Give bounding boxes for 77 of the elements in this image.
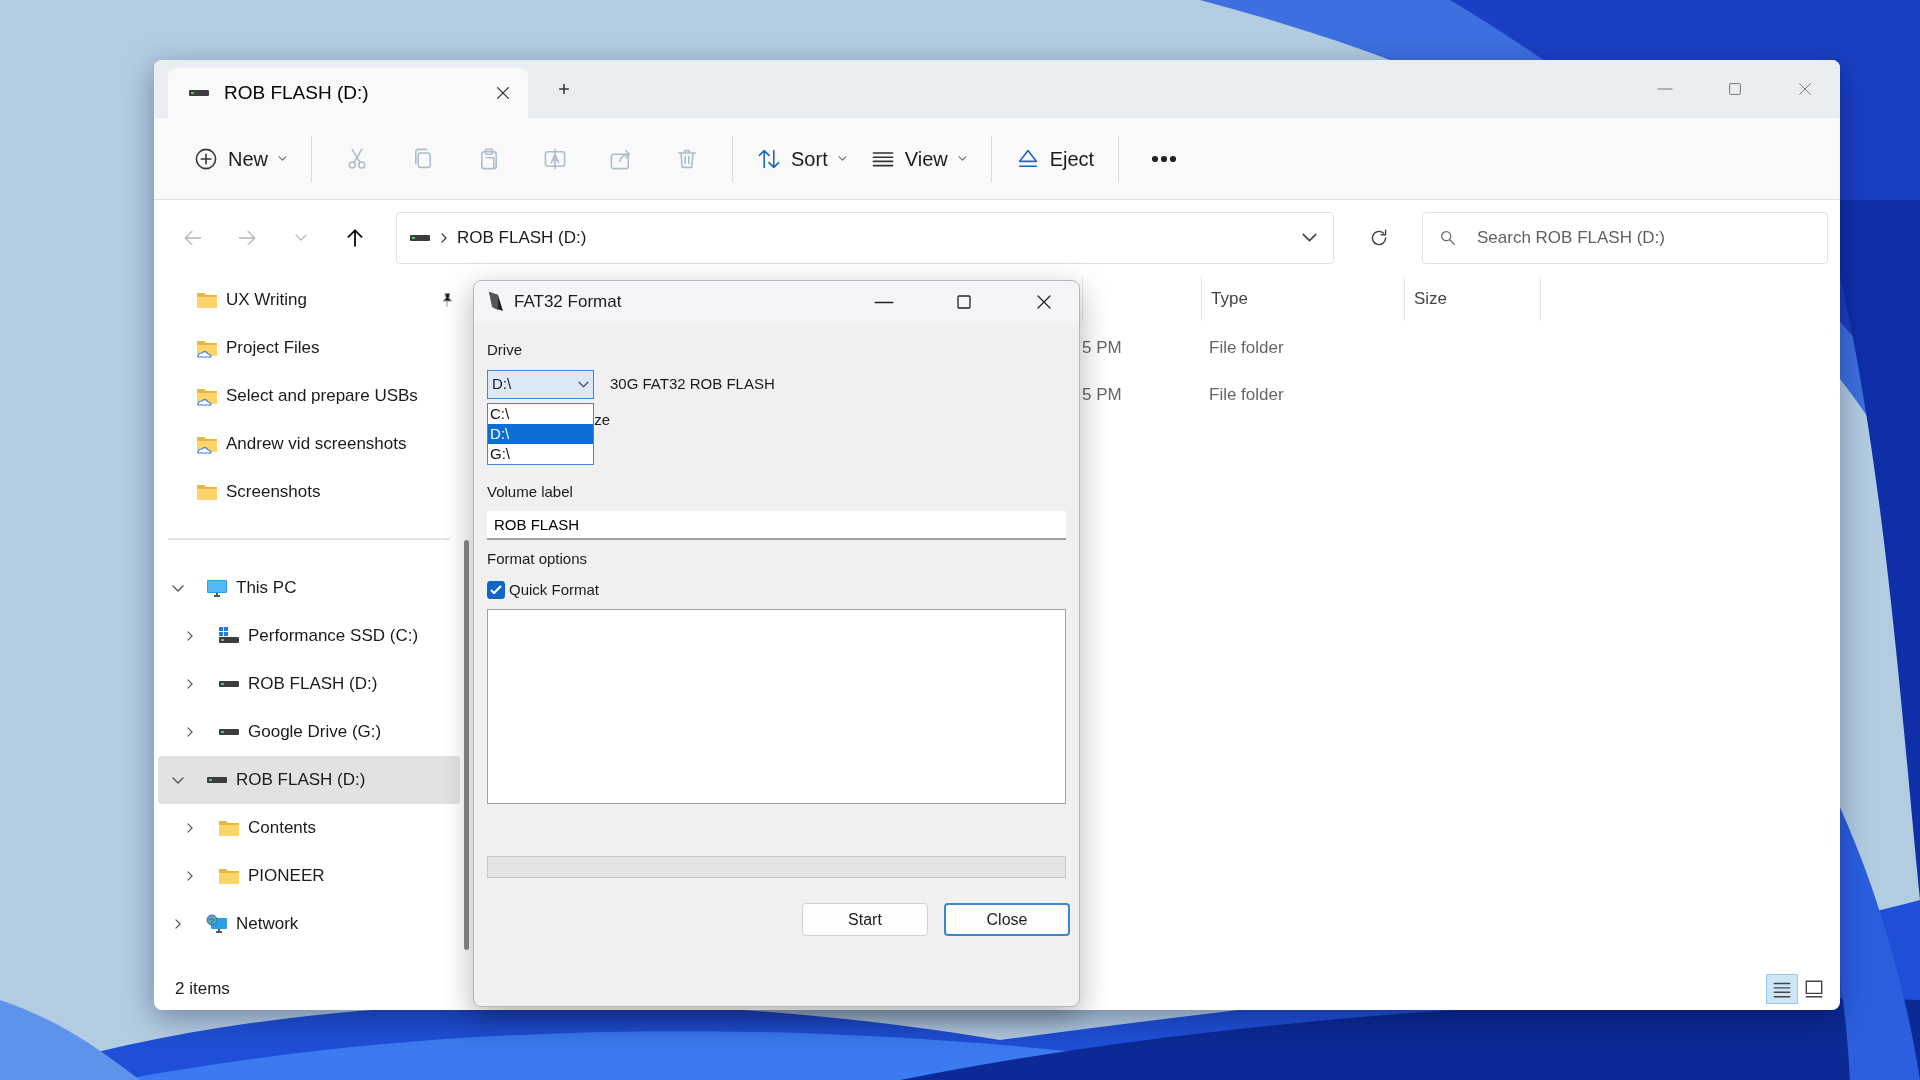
tree-item[interactable]: Performance SSD (C:) xyxy=(158,612,460,660)
field-label: Volume label xyxy=(487,481,574,502)
caret-icon xyxy=(957,156,967,161)
search-box[interactable]: Search ROB FLASH (D:) xyxy=(1422,211,1828,264)
tree-item[interactable]: PIONEER xyxy=(158,852,460,900)
tree-item[interactable]: This PC xyxy=(158,564,460,612)
scrollbar[interactable] xyxy=(464,540,469,950)
check-icon xyxy=(489,582,503,597)
tree-item[interactable]: Google Drive (G:) xyxy=(158,708,460,756)
maximize-icon xyxy=(954,292,974,312)
chevron-right-icon xyxy=(187,631,193,641)
chevron-down-icon xyxy=(1302,233,1317,242)
address-bar[interactable]: ROB FLASH (D:) xyxy=(396,211,1334,264)
status-text: 2 items xyxy=(175,978,231,1001)
table-cell-text: File folder xyxy=(1208,336,1285,359)
column-header[interactable]: Type xyxy=(1201,277,1404,321)
chevron-down-icon xyxy=(172,584,184,592)
preview-icon xyxy=(1803,978,1825,1000)
dialog-button[interactable]: Close xyxy=(944,903,1070,936)
caret-icon xyxy=(837,156,847,161)
tree-item[interactable]: ROB FLASH (D:) xyxy=(158,756,460,804)
tab[interactable]: ROB FLASH (D:) xyxy=(168,68,528,118)
close-icon xyxy=(1796,80,1814,98)
search-icon xyxy=(1439,228,1457,247)
network-icon xyxy=(206,913,228,935)
rename-icon xyxy=(543,146,567,171)
table-cell-text: File folder xyxy=(1208,383,1285,406)
monitor-icon xyxy=(206,577,228,599)
sidebar-item[interactable]: Andrew vid screenshots xyxy=(158,420,460,468)
caret-icon xyxy=(278,156,287,161)
details-view-button[interactable] xyxy=(1766,974,1798,1004)
chevron-right-icon xyxy=(175,919,181,929)
chevron-right-icon xyxy=(187,679,193,689)
maximize-icon xyxy=(1726,80,1744,98)
volume-label-field[interactable]: ROB FLASH xyxy=(487,511,1066,540)
more-icon xyxy=(1152,155,1177,162)
chevron-right-icon xyxy=(187,871,193,881)
view-button[interactable]: View xyxy=(860,136,977,181)
new-button[interactable]: New xyxy=(184,136,297,181)
field-label: Drive xyxy=(487,340,523,360)
drive-icon xyxy=(218,729,240,735)
drive-icon xyxy=(206,777,228,783)
sort-button[interactable]: Sort xyxy=(747,136,857,181)
drive-info-text: 30G FAT32 ROB FLASH xyxy=(610,373,775,394)
table-cell-text: 5 PM xyxy=(1082,336,1123,359)
dropdown-list[interactable]: C:\ D:\ G:\ xyxy=(487,403,594,465)
chevron-right-icon xyxy=(441,232,447,243)
sidebar-item[interactable]: UX Writing xyxy=(158,276,460,324)
column-header[interactable]: Size xyxy=(1404,277,1540,321)
sidebar-item[interactable]: Screenshots xyxy=(158,468,460,516)
chevron-down-icon xyxy=(172,776,184,784)
quick-format-checkbox[interactable]: Quick Format xyxy=(487,578,1066,601)
table-cell-text: 5 PM xyxy=(1082,383,1123,406)
app-icon xyxy=(488,291,504,313)
chevron-right-icon xyxy=(187,823,193,833)
eject-button[interactable]: Eject xyxy=(1005,136,1105,181)
dialog-button[interactable]: Start xyxy=(802,903,928,936)
search-field[interactable]: Search ROB FLASH (D:) xyxy=(1475,223,1811,252)
tree-item[interactable]: Network xyxy=(158,900,460,948)
window-title: FAT32 Format xyxy=(514,291,623,314)
section-label: Format options xyxy=(487,549,589,569)
tree-item[interactable]: Contents xyxy=(158,804,460,852)
plus-icon xyxy=(194,146,218,171)
drive-dropdown[interactable]: D:\ xyxy=(487,369,594,399)
drive-icon xyxy=(409,234,431,241)
dropdown-option[interactable]: D:\ xyxy=(488,424,593,444)
drive-icon xyxy=(218,681,240,687)
sidebar-item[interactable]: Select and prepare USBs xyxy=(158,372,460,420)
chevron-right-icon xyxy=(187,727,193,737)
sidebar-item[interactable]: Project Files xyxy=(158,324,460,372)
caret-icon xyxy=(578,380,589,388)
minimize-icon xyxy=(1656,88,1674,90)
minimize-icon xyxy=(874,300,894,304)
drive-icon xyxy=(188,90,210,96)
close-icon[interactable] xyxy=(494,84,512,102)
scissors-icon xyxy=(345,146,369,171)
tree-item[interactable]: ROB FLASH (D:) xyxy=(158,660,460,708)
